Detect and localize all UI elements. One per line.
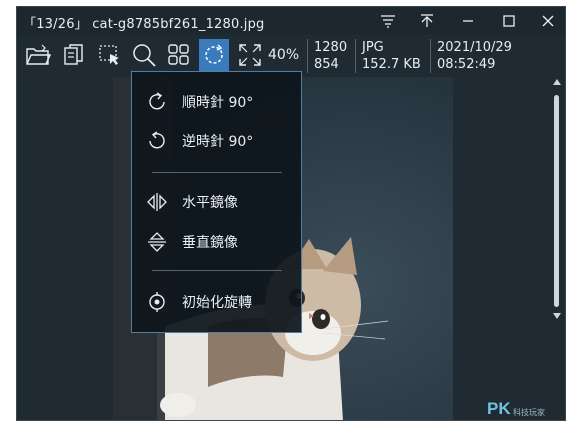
open-button[interactable] bbox=[23, 39, 53, 71]
menu-button[interactable] bbox=[375, 11, 401, 31]
window-title: 「13/26」 cat-g8785bf261_1280.jpg bbox=[23, 17, 265, 32]
file-size: 152.7 KB bbox=[362, 57, 421, 72]
rotate-icon bbox=[205, 44, 223, 64]
divider bbox=[430, 39, 431, 73]
reset-rotation-icon bbox=[144, 289, 170, 315]
pin-button[interactable] bbox=[414, 11, 440, 31]
zoom-button[interactable] bbox=[129, 39, 159, 71]
rotate-counterclockwise-icon bbox=[144, 128, 170, 154]
image-height: 854 bbox=[314, 57, 339, 72]
zoom-level[interactable]: 40% bbox=[268, 47, 299, 63]
title-bar: 「13/26」 cat-g8785bf261_1280.jpg bbox=[17, 7, 565, 35]
file-info: JPG 152.7 KB bbox=[362, 39, 421, 73]
divider bbox=[307, 39, 308, 73]
zoom-icon bbox=[133, 44, 156, 67]
flip-horizontal-icon bbox=[144, 189, 170, 215]
menu-item-label: 垂直鏡像 bbox=[182, 235, 238, 251]
maximize-button[interactable] bbox=[496, 11, 522, 31]
scroll-up-icon bbox=[553, 79, 561, 85]
toolbar: 40% 1280 854 JPG 152.7 KB 2021/10/29 08:… bbox=[17, 35, 565, 75]
image-dimensions: 1280 854 bbox=[314, 39, 347, 73]
image-width: 1280 bbox=[314, 40, 348, 55]
thumbnail-button[interactable] bbox=[164, 39, 194, 71]
menu-divider bbox=[152, 270, 282, 271]
fullscreen-icon bbox=[239, 44, 261, 66]
image-viewer-window: 「13/26」 cat-g8785bf261_1280.jpg 40% 1280… bbox=[16, 6, 566, 421]
menu-item-label: 逆時針 90° bbox=[182, 134, 254, 150]
flip-vertical-icon bbox=[144, 229, 170, 255]
scroll-down-icon bbox=[553, 313, 561, 319]
minimize-icon bbox=[463, 20, 473, 22]
divider bbox=[355, 39, 356, 73]
maximize-icon bbox=[503, 15, 515, 27]
menu-item-rotate-clockwise[interactable]: 順時針 90° bbox=[132, 86, 301, 118]
pk-watermark: PK 科技玩家 bbox=[487, 399, 547, 420]
upload-arrow-icon bbox=[421, 14, 433, 27]
select-region-icon bbox=[99, 45, 119, 65]
file-time: 08:52:49 bbox=[437, 57, 496, 72]
copy-icon bbox=[64, 44, 83, 65]
scroll-up-arrow[interactable] bbox=[552, 77, 562, 87]
rotate-button[interactable] bbox=[199, 39, 229, 71]
file-format: JPG bbox=[362, 40, 384, 55]
watermark-subtext: 科技玩家 bbox=[513, 408, 545, 417]
file-timestamp: 2021/10/29 08:52:49 bbox=[437, 39, 512, 73]
hamburger-menu-icon bbox=[381, 15, 395, 28]
rotate-menu: 順時針 90° 逆時針 90° 水平鏡像 垂直鏡像 初始化旋轉 bbox=[131, 71, 302, 333]
menu-item-label: 水平鏡像 bbox=[182, 195, 238, 211]
watermark-brand: PK bbox=[487, 399, 511, 418]
file-date: 2021/10/29 bbox=[437, 40, 512, 55]
menu-item-flip-horizontal[interactable]: 水平鏡像 bbox=[132, 186, 301, 218]
vertical-scrollbar[interactable] bbox=[551, 75, 563, 420]
fullscreen-button[interactable] bbox=[235, 39, 265, 71]
menu-item-rotate-counterclockwise[interactable]: 逆時針 90° bbox=[132, 125, 301, 157]
copy-button[interactable] bbox=[59, 39, 89, 71]
rotate-clockwise-icon bbox=[144, 89, 170, 115]
minimize-button[interactable] bbox=[455, 11, 481, 31]
menu-item-label: 順時針 90° bbox=[182, 95, 254, 111]
select-region-button[interactable] bbox=[95, 39, 125, 71]
scroll-down-arrow[interactable] bbox=[552, 311, 562, 321]
thumbnail-grid-icon bbox=[168, 44, 189, 65]
menu-item-label: 初始化旋轉 bbox=[182, 295, 252, 311]
menu-item-flip-vertical[interactable]: 垂直鏡像 bbox=[132, 226, 301, 258]
menu-item-reset-rotation[interactable]: 初始化旋轉 bbox=[132, 286, 301, 318]
scroll-thumb[interactable] bbox=[554, 95, 559, 307]
open-folder-icon bbox=[26, 44, 51, 65]
menu-divider bbox=[152, 172, 282, 173]
close-icon bbox=[542, 15, 554, 27]
close-button[interactable] bbox=[535, 11, 561, 31]
